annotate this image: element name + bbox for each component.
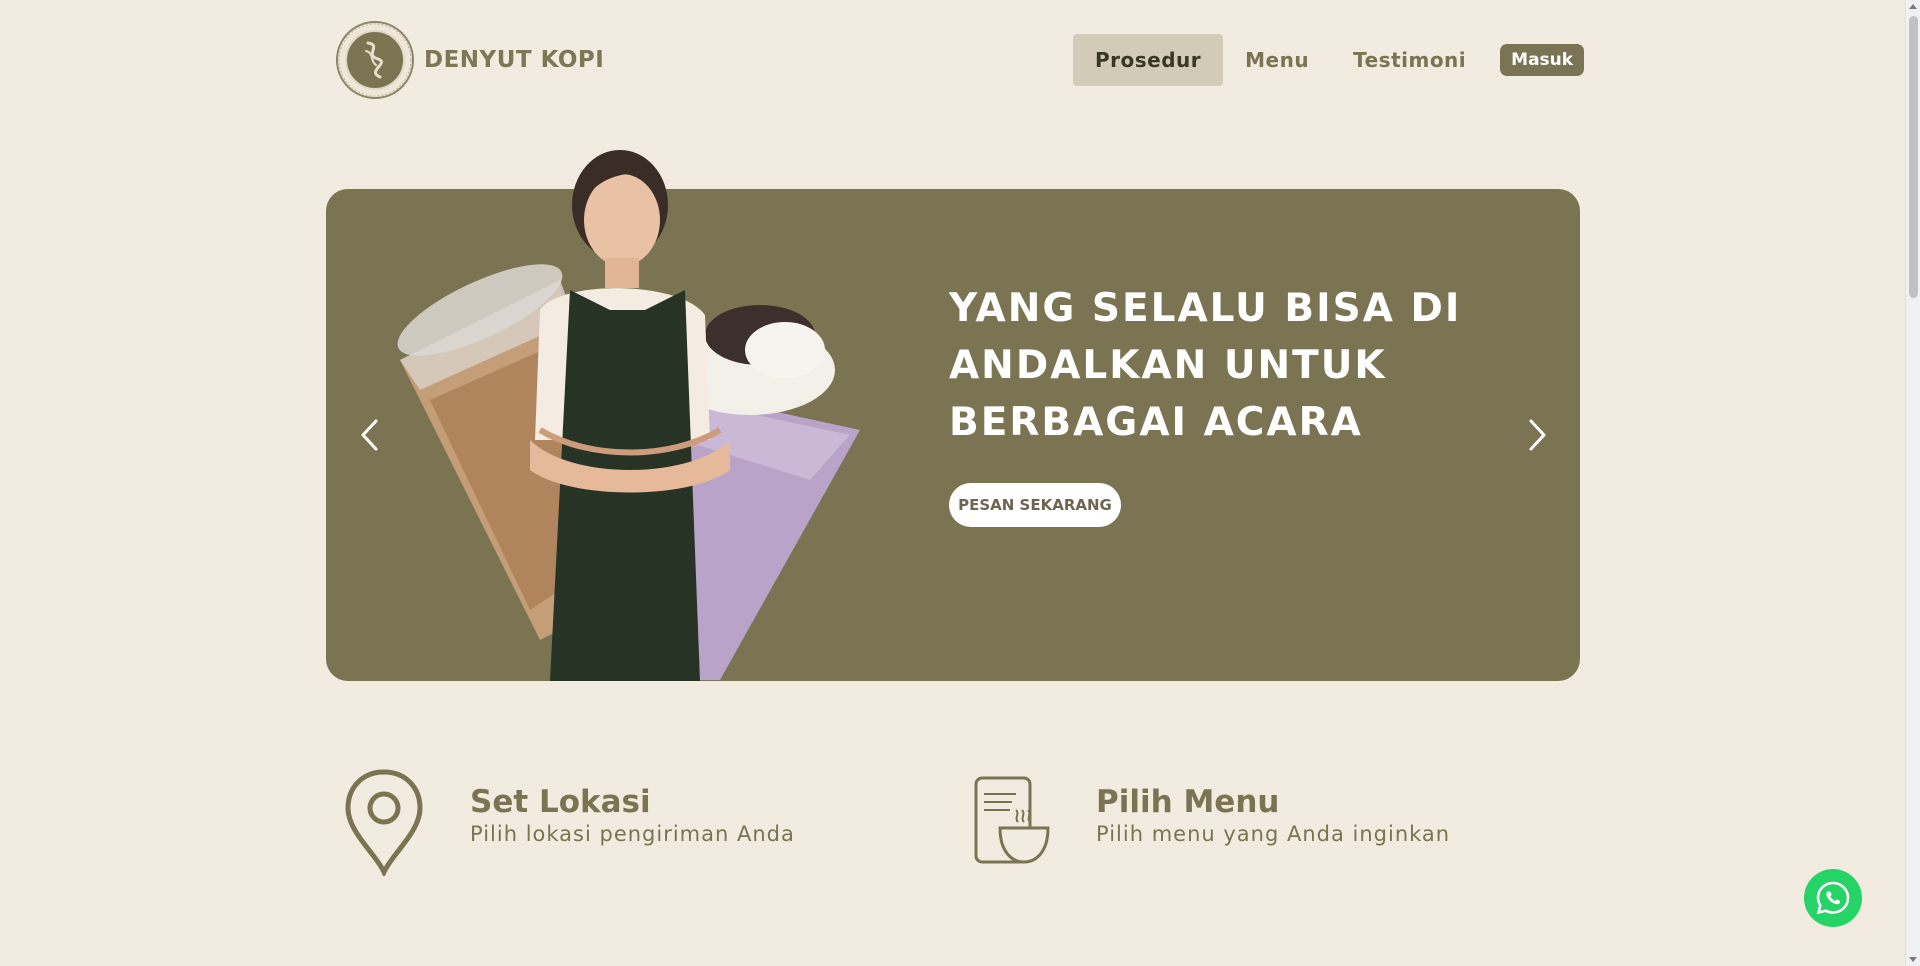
feature-set-location: Set Lokasi Pilih lokasi pengiriman Anda bbox=[336, 766, 795, 876]
chevron-right-icon bbox=[1529, 419, 1546, 451]
main-nav: Prosedur Menu Testimoni Masuk bbox=[1073, 34, 1585, 86]
order-now-button[interactable]: PESAN SEKARANG bbox=[949, 483, 1121, 527]
scrollbar-thumb[interactable] bbox=[1909, 16, 1918, 298]
chevron-left-icon bbox=[361, 419, 378, 451]
coffee-bean-logo-icon bbox=[336, 21, 414, 99]
page: DENYUT KOPI Prosedur Menu Testimoni Masu… bbox=[0, 0, 1905, 966]
map-pin-icon bbox=[345, 769, 423, 876]
brand-name: DENYUT KOPI bbox=[424, 47, 605, 73]
brand-logo[interactable]: DENYUT KOPI bbox=[336, 21, 604, 99]
scroll-down-icon[interactable] bbox=[1909, 957, 1917, 962]
nav-item-menu[interactable]: Menu bbox=[1223, 34, 1331, 86]
hero-title-line: BERBAGAI ACARA bbox=[949, 400, 1363, 445]
hero-barista-image bbox=[397, 150, 860, 681]
hero-next-button[interactable] bbox=[1521, 418, 1551, 452]
whatsapp-button[interactable] bbox=[1804, 869, 1862, 927]
scroll-up-icon[interactable] bbox=[1909, 4, 1917, 9]
whatsapp-icon bbox=[1816, 881, 1850, 915]
hero-title: YANG SELALU BISA DI ANDALKAN UNTUK BERBA… bbox=[949, 280, 1469, 451]
hero-title-line: ANDALKAN UNTUK bbox=[949, 343, 1387, 388]
nav-item-testimoni[interactable]: Testimoni bbox=[1331, 34, 1488, 86]
feature-description: Pilih lokasi pengiriman Anda bbox=[470, 822, 795, 846]
hero-title-line: YANG SELALU BISA DI bbox=[949, 286, 1462, 331]
nav-item-prosedur[interactable]: Prosedur bbox=[1073, 34, 1224, 86]
feature-title: Pilih Menu bbox=[1096, 784, 1280, 820]
feature-description: Pilih menu yang Anda inginkan bbox=[1096, 822, 1451, 846]
feature-choose-menu: Pilih Menu Pilih menu yang Anda inginkan bbox=[962, 766, 1450, 876]
hero-prev-button[interactable] bbox=[356, 418, 386, 452]
login-button[interactable]: Masuk bbox=[1500, 44, 1585, 76]
feature-title: Set Lokasi bbox=[470, 784, 651, 820]
page-scrollbar[interactable] bbox=[1905, 0, 1920, 966]
menu-bowl-icon bbox=[974, 776, 1050, 864]
